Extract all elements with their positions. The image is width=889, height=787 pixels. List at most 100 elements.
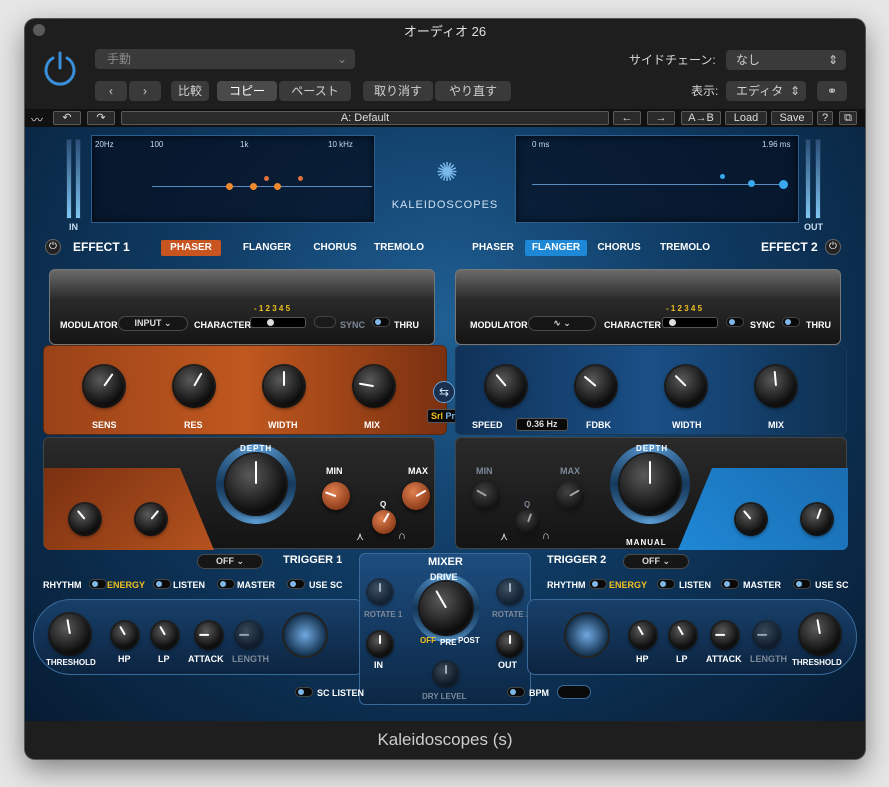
sidechain-select[interactable]: なし ⇕ bbox=[726, 50, 846, 70]
effect2-q-knob[interactable] bbox=[516, 510, 540, 534]
effect2-character-slider[interactable] bbox=[662, 317, 718, 328]
trigger1-listen-toggle[interactable] bbox=[153, 579, 171, 589]
freq-node[interactable] bbox=[274, 183, 281, 190]
bpm-field[interactable] bbox=[557, 685, 591, 699]
trigger2-mode-select[interactable]: OFF ⌄ bbox=[623, 554, 689, 569]
effect2-thru-toggle[interactable] bbox=[782, 317, 800, 327]
effect1-thru-toggle[interactable] bbox=[372, 317, 390, 327]
effect1-sync-toggle[interactable] bbox=[314, 316, 336, 328]
effect1-width-knob[interactable] bbox=[264, 366, 304, 406]
effect1-tab-flanger[interactable]: FLANGER bbox=[239, 240, 295, 256]
effect2-speed-value[interactable]: 0.36 Hz bbox=[516, 418, 568, 431]
load-button[interactable]: Load bbox=[725, 111, 767, 125]
effect2-max-knob[interactable] bbox=[556, 482, 584, 510]
effect1-character-slider[interactable] bbox=[250, 317, 306, 328]
drive-mode-off[interactable]: OFF bbox=[420, 636, 436, 645]
freq-node[interactable] bbox=[226, 183, 233, 190]
swap-effects-icon[interactable]: ⇆ bbox=[433, 381, 455, 403]
trigger2-attack-knob[interactable] bbox=[712, 622, 738, 648]
effect2-depth-knob[interactable] bbox=[620, 454, 680, 514]
effect2-modulator-select[interactable]: ∿ ⌄ bbox=[528, 316, 596, 331]
trigger2-listen-toggle[interactable] bbox=[657, 579, 675, 589]
effect1-max-knob[interactable] bbox=[402, 482, 430, 510]
effect1-tab-phaser[interactable]: PHASER bbox=[161, 240, 221, 256]
trigger1-attack-knob[interactable] bbox=[196, 622, 222, 648]
frequency-display[interactable]: 20Hz 100 1k 10 kHz bbox=[91, 135, 375, 223]
sc-listen-toggle[interactable] bbox=[295, 687, 313, 697]
effect2-min-knob[interactable] bbox=[472, 482, 500, 510]
effect2-tab-chorus[interactable]: CHORUS bbox=[591, 240, 647, 256]
trigger1-rhythm-energy-toggle[interactable] bbox=[89, 579, 107, 589]
input-knob[interactable] bbox=[368, 632, 392, 656]
freq-node[interactable] bbox=[264, 176, 269, 181]
effect1-q-knob[interactable] bbox=[372, 510, 396, 534]
effect1-depth-knob[interactable] bbox=[226, 454, 286, 514]
effect2-shape-knob-1[interactable] bbox=[736, 504, 766, 534]
effect2-power-icon[interactable]: ⏻ bbox=[825, 239, 841, 255]
drive-mode-post[interactable]: POST bbox=[458, 636, 480, 645]
bpm-toggle[interactable] bbox=[507, 687, 525, 697]
help-button[interactable]: ? bbox=[817, 111, 833, 125]
freq-node[interactable] bbox=[250, 183, 257, 190]
drive-knob[interactable] bbox=[420, 582, 472, 634]
rotate2-knob[interactable] bbox=[498, 580, 522, 604]
effect2-sync-toggle[interactable] bbox=[726, 317, 744, 327]
undo-icon[interactable]: ↶ bbox=[53, 111, 81, 125]
effect2-width-knob[interactable] bbox=[666, 366, 706, 406]
effect2-shape-knob-2[interactable] bbox=[802, 504, 832, 534]
trigger1-master-toggle[interactable] bbox=[217, 579, 235, 589]
drive-mode-pre[interactable]: PRE bbox=[440, 638, 456, 647]
freq-node[interactable] bbox=[298, 176, 303, 181]
trigger2-threshold-knob[interactable] bbox=[800, 614, 840, 654]
next-preset-icon[interactable]: → bbox=[647, 111, 675, 125]
paste-button[interactable]: ペースト bbox=[279, 81, 351, 101]
trigger1-mode-select[interactable]: OFF ⌄ bbox=[197, 554, 263, 569]
trigger1-use-sc-toggle[interactable] bbox=[287, 579, 305, 589]
effect1-min-knob[interactable] bbox=[322, 482, 350, 510]
effect2-speed-knob[interactable] bbox=[486, 366, 526, 406]
effect1-modulator-select[interactable]: INPUT ⌄ bbox=[118, 316, 188, 331]
trigger2-rhythm-energy-toggle[interactable] bbox=[589, 579, 607, 589]
effect2-tab-phaser[interactable]: PHASER bbox=[465, 240, 521, 256]
trigger2-length-knob[interactable] bbox=[754, 622, 780, 648]
ab-button[interactable]: A→B bbox=[681, 111, 721, 125]
effect1-mix-knob[interactable] bbox=[354, 366, 394, 406]
effect1-res-knob[interactable] bbox=[174, 366, 214, 406]
time-node[interactable] bbox=[779, 180, 788, 189]
effect2-mix-knob[interactable] bbox=[756, 366, 796, 406]
previous-button[interactable]: ‹ bbox=[95, 81, 127, 101]
effect1-tab-chorus[interactable]: CHORUS bbox=[307, 240, 363, 256]
trigger2-use-sc-toggle[interactable] bbox=[793, 579, 811, 589]
undo-button[interactable]: 取り消す bbox=[363, 81, 433, 101]
resize-icon[interactable]: ⧉ bbox=[839, 111, 857, 125]
power-icon[interactable] bbox=[41, 49, 79, 87]
next-button[interactable]: › bbox=[129, 81, 161, 101]
copy-button[interactable]: コピー bbox=[217, 81, 277, 101]
effect1-shape-knob-2[interactable] bbox=[136, 504, 166, 534]
rotate1-knob[interactable] bbox=[368, 580, 392, 604]
trigger1-lp-knob[interactable] bbox=[152, 622, 178, 648]
trigger2-master-toggle[interactable] bbox=[721, 579, 739, 589]
preset-select[interactable]: 手動 ⌄ bbox=[95, 49, 355, 69]
effect2-tab-flanger[interactable]: FLANGER bbox=[525, 240, 587, 256]
trigger1-threshold-knob[interactable] bbox=[50, 614, 90, 654]
link-button[interactable]: ⚭ bbox=[817, 81, 847, 101]
view-select[interactable]: エディタ ⇕ bbox=[726, 81, 806, 101]
trigger2-hp-knob[interactable] bbox=[630, 622, 656, 648]
effect1-sens-knob[interactable] bbox=[84, 366, 124, 406]
time-node[interactable] bbox=[748, 180, 755, 187]
dry-level-knob[interactable] bbox=[434, 662, 458, 686]
trigger2-lp-knob[interactable] bbox=[670, 622, 696, 648]
save-button[interactable]: Save bbox=[771, 111, 813, 125]
trigger1-length-knob[interactable] bbox=[236, 622, 262, 648]
output-knob[interactable] bbox=[498, 632, 522, 656]
effect1-tab-tremolo[interactable]: TREMOLO bbox=[371, 240, 427, 256]
trigger1-hp-knob[interactable] bbox=[112, 622, 138, 648]
time-node[interactable] bbox=[720, 174, 725, 179]
prev-preset-icon[interactable]: ← bbox=[613, 111, 641, 125]
delay-time-display[interactable]: 0 ms 1.96 ms bbox=[515, 135, 799, 223]
redo-button[interactable]: やり直す bbox=[435, 81, 511, 101]
compare-button[interactable]: 比較 bbox=[171, 81, 209, 101]
redo-icon[interactable]: ↷ bbox=[87, 111, 115, 125]
effect2-fdbk-knob[interactable] bbox=[576, 366, 616, 406]
